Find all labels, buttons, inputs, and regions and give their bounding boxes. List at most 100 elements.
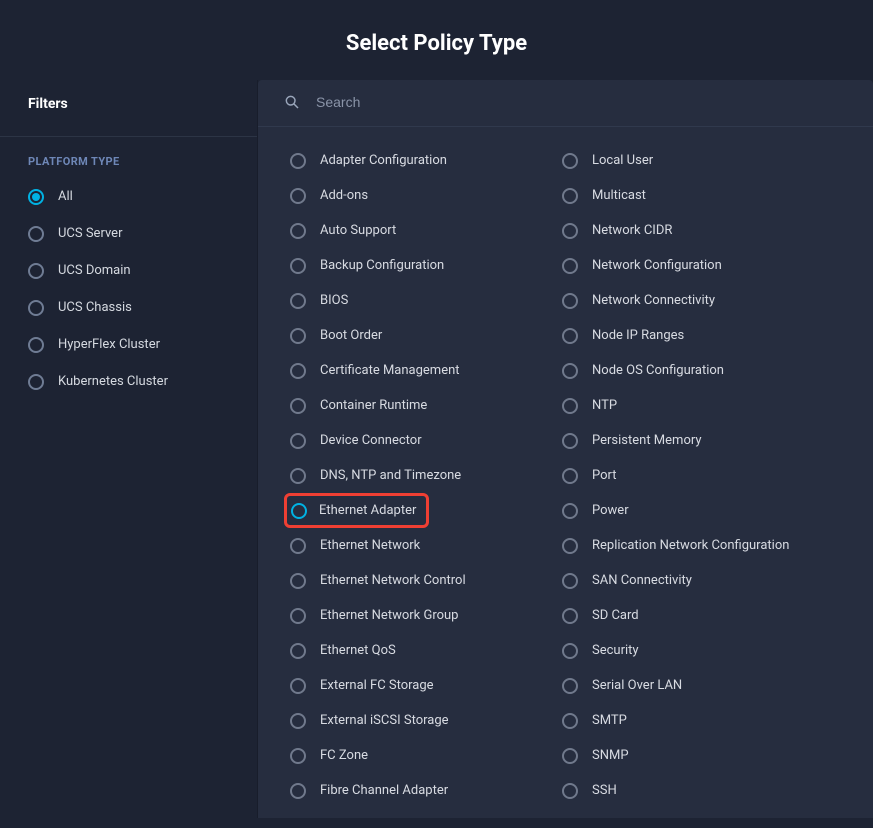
- policy-ethernet-network-group[interactable]: Ethernet Network Group: [290, 598, 562, 633]
- policy-external-fc-storage[interactable]: External FC Storage: [290, 668, 562, 703]
- policy-fc-zone[interactable]: FC Zone: [290, 738, 562, 773]
- radio-icon: [290, 538, 306, 554]
- policy-fibre-channel-adapter[interactable]: Fibre Channel Adapter: [290, 773, 562, 808]
- policy-label: Device Connector: [320, 433, 422, 448]
- platform-type-label: PLATFORM TYPE: [0, 137, 257, 178]
- policy-label: External iSCSI Storage: [320, 713, 449, 728]
- policy-label: Network Connectivity: [592, 293, 715, 308]
- policy-label: Node OS Configuration: [592, 363, 724, 378]
- policy-bios[interactable]: BIOS: [290, 283, 562, 318]
- platform-filter-hyperflex-cluster[interactable]: HyperFlex Cluster: [28, 326, 257, 363]
- search-icon: [284, 94, 300, 110]
- policy-security[interactable]: Security: [562, 633, 853, 668]
- policy-label: Multicast: [592, 188, 646, 203]
- policy-label: External FC Storage: [320, 678, 434, 693]
- policy-san-connectivity[interactable]: SAN Connectivity: [562, 563, 853, 598]
- radio-icon: [290, 153, 306, 169]
- policy-ethernet-adapter[interactable]: Ethernet Adapter: [284, 493, 429, 528]
- radio-icon: [562, 398, 578, 414]
- policy-auto-support[interactable]: Auto Support: [290, 213, 562, 248]
- policy-multicast[interactable]: Multicast: [562, 178, 853, 213]
- platform-filter-ucs-domain[interactable]: UCS Domain: [28, 252, 257, 289]
- policy-add-ons[interactable]: Add-ons: [290, 178, 562, 213]
- search-bar: [258, 80, 873, 127]
- policy-ssh[interactable]: SSH: [562, 773, 853, 808]
- policy-label: Power: [592, 503, 629, 518]
- policy-ethernet-network[interactable]: Ethernet Network: [290, 528, 562, 563]
- radio-icon: [562, 643, 578, 659]
- platform-filter-all[interactable]: All: [28, 178, 257, 215]
- radio-icon: [562, 468, 578, 484]
- policy-container-runtime[interactable]: Container Runtime: [290, 388, 562, 423]
- policy-label: Network Configuration: [592, 258, 722, 273]
- radio-icon: [28, 189, 44, 205]
- policy-label: Node IP Ranges: [592, 328, 684, 343]
- policy-label: SNMP: [592, 748, 629, 763]
- platform-filter-ucs-server[interactable]: UCS Server: [28, 215, 257, 252]
- radio-icon: [562, 433, 578, 449]
- radio-icon: [290, 223, 306, 239]
- policy-label: SMTP: [592, 713, 627, 728]
- policy-label: Auto Support: [320, 223, 396, 238]
- policies-scroll[interactable]: Adapter ConfigurationLocal User Add-ons Mu…: [258, 127, 873, 818]
- main-panel: Adapter ConfigurationLocal User Add-ons Mu…: [258, 80, 873, 818]
- radio-icon: [290, 258, 306, 274]
- policy-label: BIOS: [320, 293, 348, 308]
- policy-snmp[interactable]: SNMP: [562, 738, 853, 773]
- radio-icon: [290, 608, 306, 624]
- policy-persistent-memory[interactable]: Persistent Memory: [562, 423, 853, 458]
- policy-backup-configuration[interactable]: Backup Configuration: [290, 248, 562, 283]
- policy-port[interactable]: Port: [562, 458, 853, 493]
- radio-icon: [562, 153, 578, 169]
- filters-sidebar: Filters PLATFORM TYPE AllUCS ServerUCS D…: [0, 80, 258, 818]
- radio-icon: [290, 328, 306, 344]
- radio-icon: [291, 503, 307, 519]
- policy-network-cidr[interactable]: Network CIDR: [562, 213, 853, 248]
- policy-label: Ethernet QoS: [320, 643, 396, 658]
- policy-label: Security: [592, 643, 639, 658]
- policy-sd-card[interactable]: SD Card: [562, 598, 853, 633]
- policy-ethernet-qos[interactable]: Ethernet QoS: [290, 633, 562, 668]
- platform-filter-label: HyperFlex Cluster: [58, 337, 160, 352]
- platform-filter-label: UCS Server: [58, 226, 122, 241]
- policy-device-connector[interactable]: Device Connector: [290, 423, 562, 458]
- policy-network-configuration[interactable]: Network Configuration: [562, 248, 853, 283]
- policy-external-iscsi-storage[interactable]: External iSCSI Storage: [290, 703, 562, 738]
- radio-icon: [562, 538, 578, 554]
- policy-dns-ntp-and-timezone[interactable]: DNS, NTP and Timezone: [290, 458, 562, 493]
- radio-icon: [562, 223, 578, 239]
- policy-boot-order[interactable]: Boot Order: [290, 318, 562, 353]
- policy-node-os-configuration[interactable]: Node OS Configuration: [562, 353, 853, 388]
- radio-icon: [28, 374, 44, 390]
- platform-filter-kubernetes-cluster[interactable]: Kubernetes Cluster: [28, 363, 257, 400]
- policy-ethernet-network-control[interactable]: Ethernet Network Control: [290, 563, 562, 598]
- policy-ntp[interactable]: NTP: [562, 388, 853, 423]
- policy-replication-network-configuration[interactable]: Replication Network Configuration: [562, 528, 853, 563]
- policy-certificate-management[interactable]: Certificate Management: [290, 353, 562, 388]
- policy-node-ip-ranges[interactable]: Node IP Ranges: [562, 318, 853, 353]
- radio-icon: [290, 643, 306, 659]
- policy-smtp[interactable]: SMTP: [562, 703, 853, 738]
- policy-label: Ethernet Adapter: [319, 503, 416, 518]
- policy-network-connectivity[interactable]: Network Connectivity: [562, 283, 853, 318]
- policy-label: SSH: [592, 783, 617, 798]
- policy-power[interactable]: Power: [562, 493, 853, 528]
- policy-adapter-configuration[interactable]: Adapter Configuration: [290, 143, 562, 178]
- policy-label: FC Zone: [320, 748, 368, 763]
- policy-label: Ethernet Network: [320, 538, 420, 553]
- policy-label: Add-ons: [320, 188, 368, 203]
- search-input[interactable]: [316, 94, 847, 110]
- radio-icon: [562, 503, 578, 519]
- policy-label: Backup Configuration: [320, 258, 444, 273]
- policy-local-user[interactable]: Local User: [562, 143, 853, 178]
- radio-icon: [290, 398, 306, 414]
- platform-filter-label: UCS Domain: [58, 263, 131, 278]
- radio-icon: [28, 226, 44, 242]
- platform-filter-ucs-chassis[interactable]: UCS Chassis: [28, 289, 257, 326]
- page-title: Select Policy Type: [0, 31, 873, 56]
- policy-label: Fibre Channel Adapter: [320, 783, 448, 798]
- radio-icon: [562, 713, 578, 729]
- policy-serial-over-lan[interactable]: Serial Over LAN: [562, 668, 853, 703]
- radio-icon: [562, 258, 578, 274]
- radio-icon: [290, 573, 306, 589]
